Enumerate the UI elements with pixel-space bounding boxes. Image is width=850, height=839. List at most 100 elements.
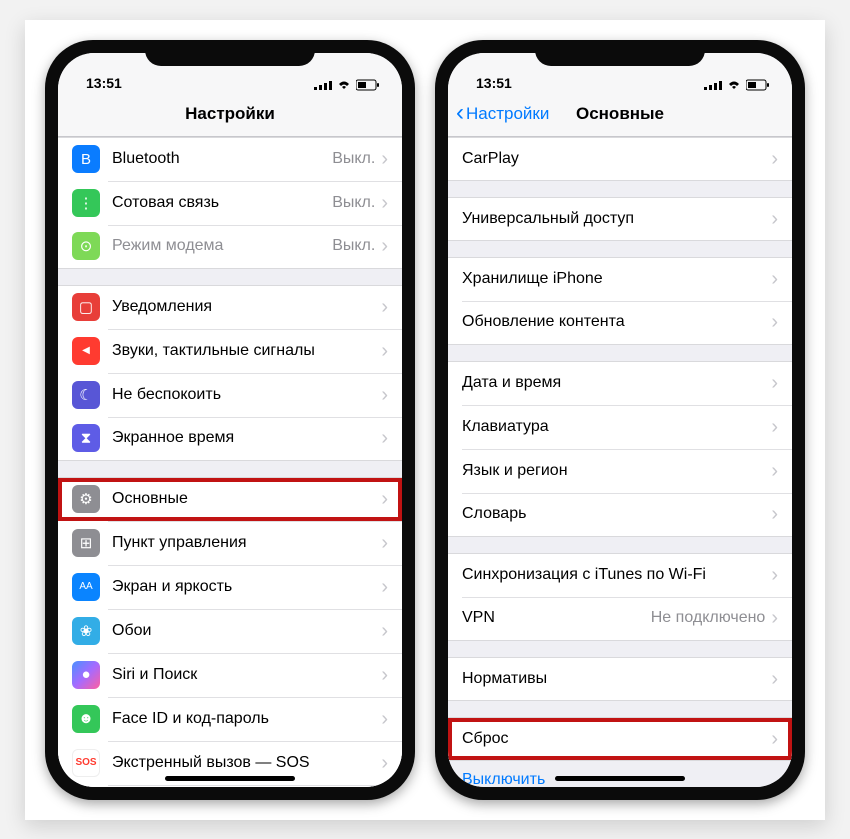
notch (535, 40, 705, 66)
chevron-right-icon: › (771, 312, 778, 332)
row-label: Face ID и код-пароль (112, 710, 381, 728)
general-list[interactable]: CarPlay›Универсальный доступ›Хранилище i… (448, 137, 792, 787)
battery-icon (356, 79, 380, 91)
list-row[interactable]: Хранилище iPhone› (448, 257, 792, 301)
row-value: Выкл. (332, 150, 375, 168)
chevron-left-icon: ‹ (456, 101, 464, 125)
settings-group: CarPlay› (448, 137, 792, 181)
list-row[interactable]: CarPlay› (448, 137, 792, 181)
screen-right: 13:51 ‹ Настройки Основные CarPlay›Униве… (448, 53, 792, 787)
row-value: Выкл. (332, 194, 375, 212)
chevron-right-icon: › (381, 149, 388, 169)
list-row[interactable]: Обновление контента› (448, 301, 792, 345)
row-label: Сотовая связь (112, 194, 332, 212)
chevron-right-icon: › (771, 269, 778, 289)
list-row[interactable]: ☻ Face ID и код-пароль› (58, 697, 402, 741)
siri-icon: ● (72, 661, 100, 689)
nav-header: Настройки (58, 93, 402, 137)
chevron-right-icon: › (381, 385, 388, 405)
notifications-icon: ▢ (72, 293, 100, 321)
chevron-right-icon: › (381, 428, 388, 448)
row-label: Универсальный доступ (462, 210, 771, 228)
phone-right: 13:51 ‹ Настройки Основные CarPlay›Униве… (435, 40, 805, 800)
chevron-right-icon: › (381, 753, 388, 773)
row-label: Звуки, тактильные сигналы (112, 342, 381, 360)
settings-group: ▢Уведомления›◀︎Звуки, тактильные сигналы… (58, 285, 402, 461)
row-value: Не подключено (651, 609, 766, 627)
signal-icon (704, 80, 722, 90)
signal-icon (314, 80, 332, 90)
list-row[interactable]: Язык и регион› (448, 449, 792, 493)
list-row[interactable]: ●Siri и Поиск› (58, 653, 402, 697)
nav-header: ‹ Настройки Основные (448, 93, 792, 137)
status-icons (704, 79, 770, 91)
phone-left: 13:51 Настройки BBluetoothВыкл.›⋮Сотовая… (45, 40, 415, 800)
row-label: Сброс (462, 730, 771, 748)
list-row[interactable]: Универсальный доступ› (448, 197, 792, 241)
chevron-right-icon: › (381, 297, 388, 317)
back-button[interactable]: ‹ Настройки (456, 103, 549, 125)
page-title: Настройки (185, 104, 275, 124)
chevron-right-icon: › (771, 149, 778, 169)
row-label: CarPlay (462, 150, 771, 168)
list-row[interactable]: ⋮Сотовая связьВыкл.› (58, 181, 402, 225)
row-value: Выкл. (332, 237, 375, 255)
settings-list[interactable]: BBluetoothВыкл.›⋮Сотовая связьВыкл.›⊙Реж… (58, 137, 402, 787)
general-icon: ⚙ (72, 485, 100, 513)
list-row[interactable]: ⊙Режим модемаВыкл.› (58, 225, 402, 269)
sos-icon: SOS (72, 749, 100, 777)
settings-group: Нормативы› (448, 657, 792, 701)
chevron-right-icon: › (381, 709, 388, 729)
list-row[interactable]: Клавиатура› (448, 405, 792, 449)
chevron-right-icon: › (771, 729, 778, 749)
row-label: Словарь (462, 505, 771, 523)
list-row[interactable]: ⧗ Экранное время› (58, 417, 402, 461)
chevron-right-icon: › (771, 608, 778, 628)
list-row[interactable]: ☾Не беспокоить› (58, 373, 402, 417)
list-row[interactable]: BBluetoothВыкл.› (58, 137, 402, 181)
page-title: Основные (576, 104, 664, 124)
chevron-right-icon: › (771, 504, 778, 524)
row-label: Язык и регион (462, 462, 771, 480)
chevron-right-icon: › (771, 373, 778, 393)
list-row[interactable]: ⊞Пункт управления› (58, 521, 402, 565)
row-label: Основные (112, 490, 381, 508)
settings-group: Хранилище iPhone›Обновление контента› (448, 257, 792, 345)
list-row[interactable]: Словарь› (448, 493, 792, 537)
list-row[interactable]: Нормативы› (448, 657, 792, 701)
list-row[interactable]: ❀Обои› (58, 609, 402, 653)
row-label: Режим модема (112, 237, 332, 255)
faceid-icon: ☻ (72, 705, 100, 733)
list-row[interactable]: ▮Аккумулятор› (58, 785, 402, 787)
screen-left: 13:51 Настройки BBluetoothВыкл.›⋮Сотовая… (58, 53, 402, 787)
row-label: Siri и Поиск (112, 666, 381, 684)
settings-group: Универсальный доступ› (448, 197, 792, 241)
list-row[interactable]: ▢ Уведомления› (58, 285, 402, 329)
home-indicator[interactable] (165, 776, 295, 781)
list-row[interactable]: ⚙Основные› (58, 477, 402, 521)
chevron-right-icon: › (381, 533, 388, 553)
chevron-right-icon: › (771, 209, 778, 229)
list-row[interactable]: Сброс› (448, 717, 792, 761)
row-label: Нормативы (462, 670, 771, 688)
shutdown-link[interactable]: Выключить (448, 761, 792, 787)
screentime-icon: ⧗ (72, 424, 100, 452)
list-row[interactable]: AAЭкран и яркость› (58, 565, 402, 609)
chevron-right-icon: › (771, 461, 778, 481)
row-label: Уведомления (112, 298, 381, 316)
bluetooth-icon: B (72, 145, 100, 173)
wallpaper-icon: ❀ (72, 617, 100, 645)
row-label: Экранное время (112, 429, 381, 447)
row-label: Клавиатура (462, 418, 771, 436)
home-indicator[interactable] (555, 776, 685, 781)
hotspot-icon: ⊙ (72, 232, 100, 260)
row-label: Экран и яркость (112, 578, 381, 596)
list-row[interactable]: VPNНе подключено› (448, 597, 792, 641)
list-row[interactable]: ◀︎Звуки, тактильные сигналы› (58, 329, 402, 373)
chevron-right-icon: › (381, 621, 388, 641)
wifi-icon (726, 79, 742, 91)
chevron-right-icon: › (771, 669, 778, 689)
list-row[interactable]: Синхронизация с iTunes по Wi-Fi› (448, 553, 792, 597)
chevron-right-icon: › (771, 565, 778, 585)
list-row[interactable]: Дата и время› (448, 361, 792, 405)
